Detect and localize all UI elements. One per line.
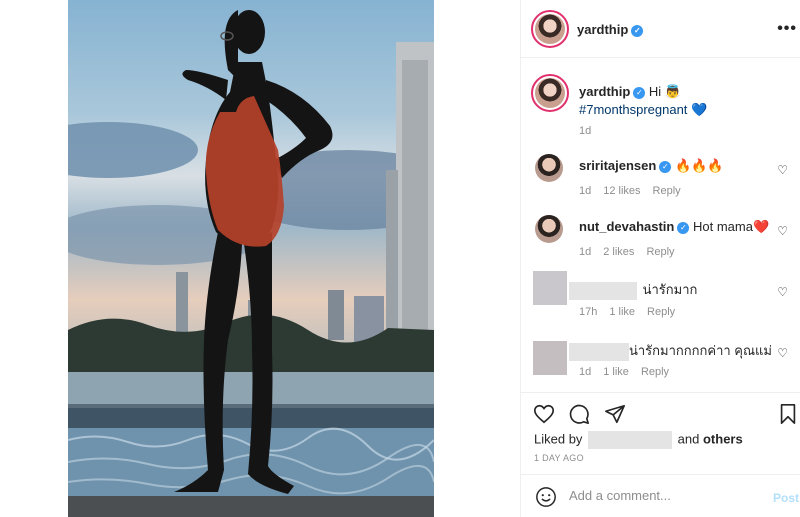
- reply-button[interactable]: Reply: [653, 185, 681, 197]
- caption-hashtag[interactable]: #7monthspregnant: [579, 102, 687, 117]
- verified-badge-icon: ✓: [633, 87, 646, 99]
- smiley-icon[interactable]: [535, 486, 557, 508]
- heart-outline-icon[interactable]: [533, 403, 555, 425]
- comment-like-heart-icon[interactable]: ♡: [777, 285, 788, 299]
- comment-likes[interactable]: 2 likes: [603, 246, 634, 258]
- comment-meta: 1d 12 likes Reply: [579, 185, 693, 197]
- comment-likes[interactable]: 1 like: [603, 366, 629, 378]
- blue-heart-emoji: 💙: [691, 102, 708, 117]
- liked-by-prefix: Liked by: [534, 431, 583, 447]
- comment-avatar[interactable]: [533, 271, 567, 305]
- verified-badge-icon: ✓: [631, 25, 644, 37]
- comment-avatar[interactable]: [535, 215, 563, 243]
- comment-likes[interactable]: 12 likes: [603, 185, 640, 197]
- author-avatar[interactable]: [531, 10, 569, 48]
- post-button[interactable]: Post: [773, 491, 799, 505]
- comment-meta: 1d 1 like Reply: [579, 366, 681, 378]
- action-bar: Liked by and others 1 DAY AGO: [521, 392, 800, 472]
- caption-text: yardthip ✓ Hi 👼 #7monthspregnant 💙: [579, 83, 789, 119]
- comment-text: น่ารักมาก: [642, 282, 698, 297]
- comment-age[interactable]: 17h: [579, 306, 597, 318]
- post-header: yardthip ✓ •••: [521, 0, 800, 58]
- comment-item: nut_devahastin ✓ Hot mama❤️: [579, 219, 769, 235]
- comment-username[interactable]: nut_devahastin: [579, 219, 674, 234]
- comment-meta: 1d 2 likes Reply: [579, 246, 687, 258]
- reply-button[interactable]: Reply: [646, 246, 674, 258]
- comment-meta: 17h 1 like Reply: [579, 306, 687, 318]
- liked-by-line: Liked by and others: [534, 431, 743, 449]
- redacted-username: [569, 281, 637, 300]
- comment-text: Hot mama❤️: [692, 219, 770, 234]
- more-options-icon[interactable]: •••: [777, 20, 797, 38]
- comment-text: 🔥🔥🔥: [674, 158, 724, 173]
- caption-age[interactable]: 1d: [579, 125, 591, 137]
- comment-age[interactable]: 1d: [579, 366, 591, 378]
- comment-username[interactable]: sriritajensen: [579, 158, 656, 173]
- comment-age[interactable]: 1d: [579, 185, 591, 197]
- comment-item: น่ารักมาก: [569, 279, 697, 300]
- comment-avatar[interactable]: [533, 341, 567, 375]
- comment-composer: Post: [521, 474, 800, 517]
- author-username[interactable]: yardthip ✓: [577, 22, 644, 37]
- silhouette-photo: [68, 10, 434, 517]
- comment-input[interactable]: [569, 488, 759, 503]
- reply-button[interactable]: Reply: [647, 306, 675, 318]
- post-photo[interactable]: [68, 0, 434, 517]
- caption-avatar[interactable]: [531, 74, 569, 112]
- comment-bubble-icon[interactable]: [568, 403, 590, 425]
- comment-like-heart-icon[interactable]: ♡: [777, 346, 788, 360]
- comment-age[interactable]: 1d: [579, 246, 591, 258]
- redacted-liker: [588, 431, 673, 449]
- paper-plane-icon[interactable]: [604, 403, 626, 425]
- verified-badge-icon: ✓: [659, 161, 672, 173]
- caption-body: Hi 👼: [648, 84, 681, 99]
- reply-button[interactable]: Reply: [641, 366, 669, 378]
- comment-avatar[interactable]: [535, 154, 563, 182]
- post-side-panel: yardthip ✓ ••• yardthip ✓ Hi 👼 #7monthspre…: [520, 0, 800, 517]
- bookmark-icon[interactable]: [777, 403, 799, 425]
- comment-like-heart-icon[interactable]: ♡: [777, 224, 788, 238]
- caption-username[interactable]: yardthip: [579, 84, 630, 99]
- others-link[interactable]: others: [703, 431, 743, 446]
- post-timestamp[interactable]: 1 DAY AGO: [534, 453, 584, 463]
- liked-by-suffix[interactable]: and others: [678, 431, 743, 446]
- comment-likes[interactable]: 1 like: [609, 306, 635, 318]
- comment-text: น่ารักมากกกกค่าา คุณแม่: [629, 343, 773, 358]
- comment-like-heart-icon[interactable]: ♡: [777, 163, 788, 177]
- comment-item: sriritajensen ✓ 🔥🔥🔥: [579, 158, 724, 174]
- verified-badge-icon: ✓: [677, 222, 690, 234]
- redacted-username: [569, 342, 629, 361]
- comment-item: น่ารักมากกกกค่าา คุณแม่: [569, 340, 772, 361]
